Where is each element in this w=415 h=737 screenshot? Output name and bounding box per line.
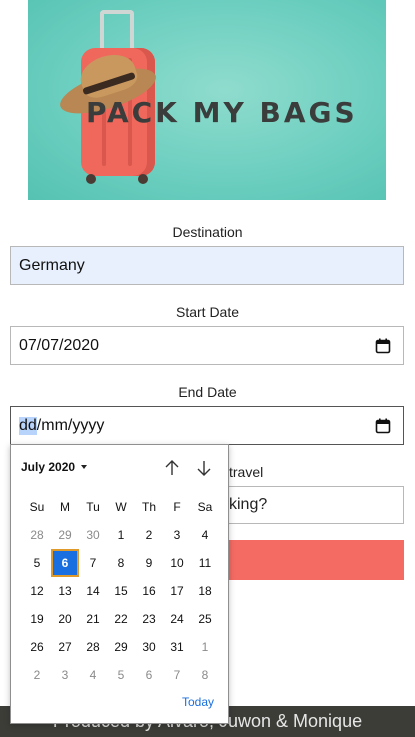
calendar-day[interactable]: 10 xyxy=(163,549,191,577)
calendar-day[interactable]: 28 xyxy=(79,633,107,661)
suitcase-wheel xyxy=(86,174,96,184)
calendar-day[interactable]: 28 xyxy=(23,521,51,549)
calendar-grid: Su M Tu W Th F Sa 28 29 30 1 2 3 4 5 6 7 8 9 10 11 12 13 14 15 16… xyxy=(23,493,219,689)
destination-label: Destination xyxy=(172,224,243,240)
calendar-day[interactable]: 8 xyxy=(107,549,135,577)
calendar-day[interactable]: 11 xyxy=(191,549,219,577)
calendar-day[interactable]: 22 xyxy=(107,605,135,633)
month-label: July 2020 xyxy=(21,460,76,474)
today-button[interactable]: Today xyxy=(182,695,214,709)
calendar-day[interactable]: 8 xyxy=(191,661,219,689)
travel-label: travel xyxy=(229,464,264,480)
calendar-day[interactable]: 27 xyxy=(51,633,79,661)
previous-month-button[interactable] xyxy=(161,457,183,479)
calendar-day[interactable]: 15 xyxy=(107,577,135,605)
weekday-header: Su xyxy=(29,500,45,514)
start-date-label: Start Date xyxy=(175,304,240,320)
calendar-day-selected[interactable]: 6 xyxy=(51,549,79,577)
start-date-value: 07/07/2020 xyxy=(19,336,100,354)
travel-question-value: king? xyxy=(229,496,268,513)
end-date-label: End Date xyxy=(178,384,237,400)
end-date-day-segment[interactable]: dd xyxy=(19,416,37,435)
calendar-day[interactable]: 18 xyxy=(191,577,219,605)
date-picker-popup[interactable]: July 2020 Su M Tu W Th F Sa 28 29 30 1 2 3 4 5 6 7 8 9 10 11… xyxy=(10,444,229,724)
weekday-header: W xyxy=(115,500,127,514)
calendar-day[interactable]: 26 xyxy=(23,633,51,661)
calendar-day[interactable]: 21 xyxy=(79,605,107,633)
calendar-day[interactable]: 24 xyxy=(163,605,191,633)
calendar-day[interactable]: 3 xyxy=(51,661,79,689)
arrow-down-icon xyxy=(197,461,211,476)
weekday-header: Sa xyxy=(197,500,213,514)
submit-button[interactable] xyxy=(228,540,404,580)
calendar-day[interactable]: 29 xyxy=(51,521,79,549)
calendar-day[interactable]: 3 xyxy=(163,521,191,549)
suitcase-wheel xyxy=(138,174,148,184)
travel-question-input[interactable]: king? xyxy=(229,486,404,524)
calendar-day[interactable]: 25 xyxy=(191,605,219,633)
destination-value: Germany xyxy=(19,256,85,274)
start-date-input[interactable]: 07/07/2020 xyxy=(10,326,404,365)
calendar-day[interactable]: 14 xyxy=(79,577,107,605)
calendar-day[interactable]: 5 xyxy=(107,661,135,689)
calendar-day[interactable]: 5 xyxy=(23,549,51,577)
calendar-day[interactable]: 19 xyxy=(23,605,51,633)
arrow-up-icon xyxy=(165,460,179,475)
calendar-day[interactable]: 13 xyxy=(51,577,79,605)
calendar-day[interactable]: 16 xyxy=(135,577,163,605)
calendar-day[interactable]: 20 xyxy=(51,605,79,633)
calendar-day[interactable]: 2 xyxy=(23,661,51,689)
calendar-day[interactable]: 1 xyxy=(107,521,135,549)
calendar-icon[interactable] xyxy=(375,418,391,434)
weekday-header: M xyxy=(60,500,70,514)
calendar-day[interactable]: 2 xyxy=(135,521,163,549)
calendar-day[interactable]: 30 xyxy=(79,521,107,549)
calendar-day[interactable]: 6 xyxy=(135,661,163,689)
destination-input[interactable]: Germany xyxy=(10,246,404,285)
calendar-day[interactable]: 12 xyxy=(23,577,51,605)
weekday-header: Tu xyxy=(86,500,100,514)
calendar-day[interactable]: 1 xyxy=(191,633,219,661)
calendar-day[interactable]: 17 xyxy=(163,577,191,605)
calendar-day[interactable]: 23 xyxy=(135,605,163,633)
weekday-header: Th xyxy=(141,500,156,514)
weekday-header: F xyxy=(173,500,181,514)
caret-down-icon xyxy=(81,465,88,469)
calendar-day[interactable]: 9 xyxy=(135,549,163,577)
hero-image: PACK MY BAGS xyxy=(28,0,386,200)
end-date-rest-segment[interactable]: /mm/yyyy xyxy=(37,417,105,435)
calendar-icon[interactable] xyxy=(375,338,391,354)
calendar-day[interactable]: 4 xyxy=(191,521,219,549)
calendar-day[interactable]: 31 xyxy=(163,633,191,661)
end-date-input[interactable]: dd/mm/yyyy xyxy=(10,406,404,445)
calendar-day[interactable]: 4 xyxy=(79,661,107,689)
calendar-day[interactable]: 7 xyxy=(163,661,191,689)
month-select[interactable]: July 2020 xyxy=(21,460,88,474)
next-month-button[interactable] xyxy=(193,457,215,479)
calendar-day[interactable]: 7 xyxy=(79,549,107,577)
calendar-day[interactable]: 29 xyxy=(107,633,135,661)
calendar-day[interactable]: 30 xyxy=(135,633,163,661)
hero-title: PACK MY BAGS xyxy=(86,96,358,129)
